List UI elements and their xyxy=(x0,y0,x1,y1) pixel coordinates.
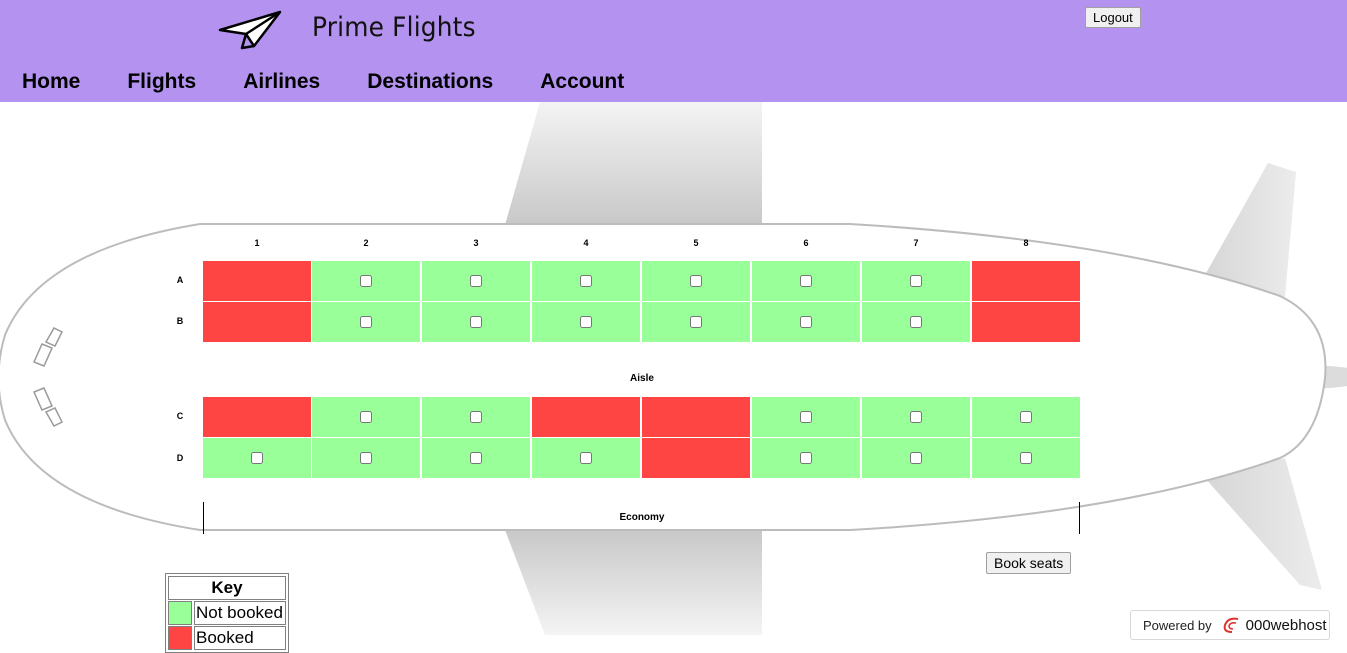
seat-available[interactable] xyxy=(972,438,1080,478)
aisle-label: Aisle xyxy=(630,373,654,384)
seat-row-letter: B xyxy=(176,316,184,326)
seat-available[interactable] xyxy=(532,261,640,301)
nav-airlines[interactable]: Airlines xyxy=(243,70,320,94)
seat-checkbox[interactable] xyxy=(360,316,372,328)
seat-booked xyxy=(642,438,750,478)
powered-by-badge[interactable]: Powered by 000webhost xyxy=(1130,610,1330,640)
seat-checkbox[interactable] xyxy=(800,316,812,328)
economy-bracket-right xyxy=(1079,502,1080,534)
host-name: 000webhost xyxy=(1245,616,1327,634)
nav-destinations[interactable]: Destinations xyxy=(367,70,493,94)
logout-button[interactable]: Logout xyxy=(1085,7,1141,28)
seat-row-letter: C xyxy=(176,411,184,421)
seat-available[interactable] xyxy=(422,261,530,301)
seat-checkbox[interactable] xyxy=(800,452,812,464)
seat-checkbox[interactable] xyxy=(360,275,372,287)
economy-class-label: Economy xyxy=(619,512,665,523)
seat-booked xyxy=(203,261,311,301)
book-seats-button[interactable]: Book seats xyxy=(986,552,1072,574)
seat-column-number: 4 xyxy=(583,238,589,248)
seat-available[interactable] xyxy=(312,302,420,342)
site-header: Prime Flights Logout Home Flights Airlin… xyxy=(0,0,1347,102)
seat-booked xyxy=(532,397,640,437)
nav-home[interactable]: Home xyxy=(22,70,80,94)
seat-available[interactable] xyxy=(862,302,970,342)
seat-checkbox[interactable] xyxy=(470,452,482,464)
seat-checkbox[interactable] xyxy=(251,452,263,464)
seat-available[interactable] xyxy=(422,438,530,478)
key-row-booked: Booked xyxy=(168,626,286,650)
seat-available[interactable] xyxy=(422,397,530,437)
seat-booked xyxy=(203,302,311,342)
seat-available[interactable] xyxy=(312,397,420,437)
seat-row-letter: D xyxy=(176,453,184,463)
booked-swatch xyxy=(168,626,192,650)
airplane-illustration xyxy=(0,102,1347,635)
seat-available[interactable] xyxy=(203,438,311,478)
seat-booked xyxy=(972,261,1080,301)
booked-label: Booked xyxy=(194,626,286,650)
nav-flights[interactable]: Flights xyxy=(127,70,196,94)
seat-checkbox[interactable] xyxy=(910,411,922,423)
seat-checkbox[interactable] xyxy=(470,275,482,287)
seat-available[interactable] xyxy=(752,397,860,437)
nav-account[interactable]: Account xyxy=(540,70,624,94)
seat-column-number: 7 xyxy=(913,238,919,248)
not-booked-label: Not booked xyxy=(194,601,286,625)
seat-column-number: 6 xyxy=(803,238,809,248)
seat-available[interactable] xyxy=(532,302,640,342)
economy-bracket-left xyxy=(203,502,204,534)
seat-checkbox[interactable] xyxy=(1020,411,1032,423)
paper-plane-icon xyxy=(218,10,282,50)
seat-available[interactable] xyxy=(312,261,420,301)
seat-checkbox[interactable] xyxy=(360,452,372,464)
seat-booked xyxy=(642,397,750,437)
seat-checkbox[interactable] xyxy=(580,316,592,328)
seat-available[interactable] xyxy=(752,261,860,301)
seat-checkbox[interactable] xyxy=(580,275,592,287)
not-booked-swatch xyxy=(168,601,192,625)
seat-available[interactable] xyxy=(642,302,750,342)
seat-available[interactable] xyxy=(862,438,970,478)
seat-column-number: 1 xyxy=(254,238,260,248)
site-title[interactable]: Prime Flights xyxy=(312,12,476,43)
seat-available[interactable] xyxy=(972,397,1080,437)
powered-by-text: Powered by xyxy=(1143,617,1212,633)
seat-checkbox[interactable] xyxy=(910,452,922,464)
seat-checkbox[interactable] xyxy=(910,316,922,328)
seat-available[interactable] xyxy=(862,397,970,437)
seat-available[interactable] xyxy=(642,261,750,301)
seat-available[interactable] xyxy=(862,261,970,301)
seat-checkbox[interactable] xyxy=(690,316,702,328)
key-title: Key xyxy=(168,576,286,600)
seat-checkbox[interactable] xyxy=(800,275,812,287)
seat-row-letter: A xyxy=(176,275,184,285)
seat-column-number: 5 xyxy=(693,238,699,248)
seat-checkbox[interactable] xyxy=(910,275,922,287)
seat-available[interactable] xyxy=(752,302,860,342)
seat-available[interactable] xyxy=(312,438,420,478)
seat-checkbox[interactable] xyxy=(470,316,482,328)
seat-checkbox[interactable] xyxy=(470,411,482,423)
seat-checkbox[interactable] xyxy=(1020,452,1032,464)
main-nav: Home Flights Airlines Destinations Accou… xyxy=(22,70,671,94)
seat-checkbox[interactable] xyxy=(690,275,702,287)
000webhost-swirl-icon xyxy=(1223,617,1238,633)
seat-available[interactable] xyxy=(752,438,860,478)
seat-booked xyxy=(203,397,311,437)
key-row-not-booked: Not booked xyxy=(168,601,286,625)
seat-available[interactable] xyxy=(532,438,640,478)
seat-key-table: Key Not booked Booked xyxy=(165,573,289,653)
seat-checkbox[interactable] xyxy=(580,452,592,464)
seat-column-number: 2 xyxy=(363,238,369,248)
seat-column-number: 3 xyxy=(473,238,479,248)
seat-column-number: 8 xyxy=(1023,238,1029,248)
seat-available[interactable] xyxy=(422,302,530,342)
seat-checkbox[interactable] xyxy=(360,411,372,423)
seat-booked xyxy=(972,302,1080,342)
seat-checkbox[interactable] xyxy=(800,411,812,423)
